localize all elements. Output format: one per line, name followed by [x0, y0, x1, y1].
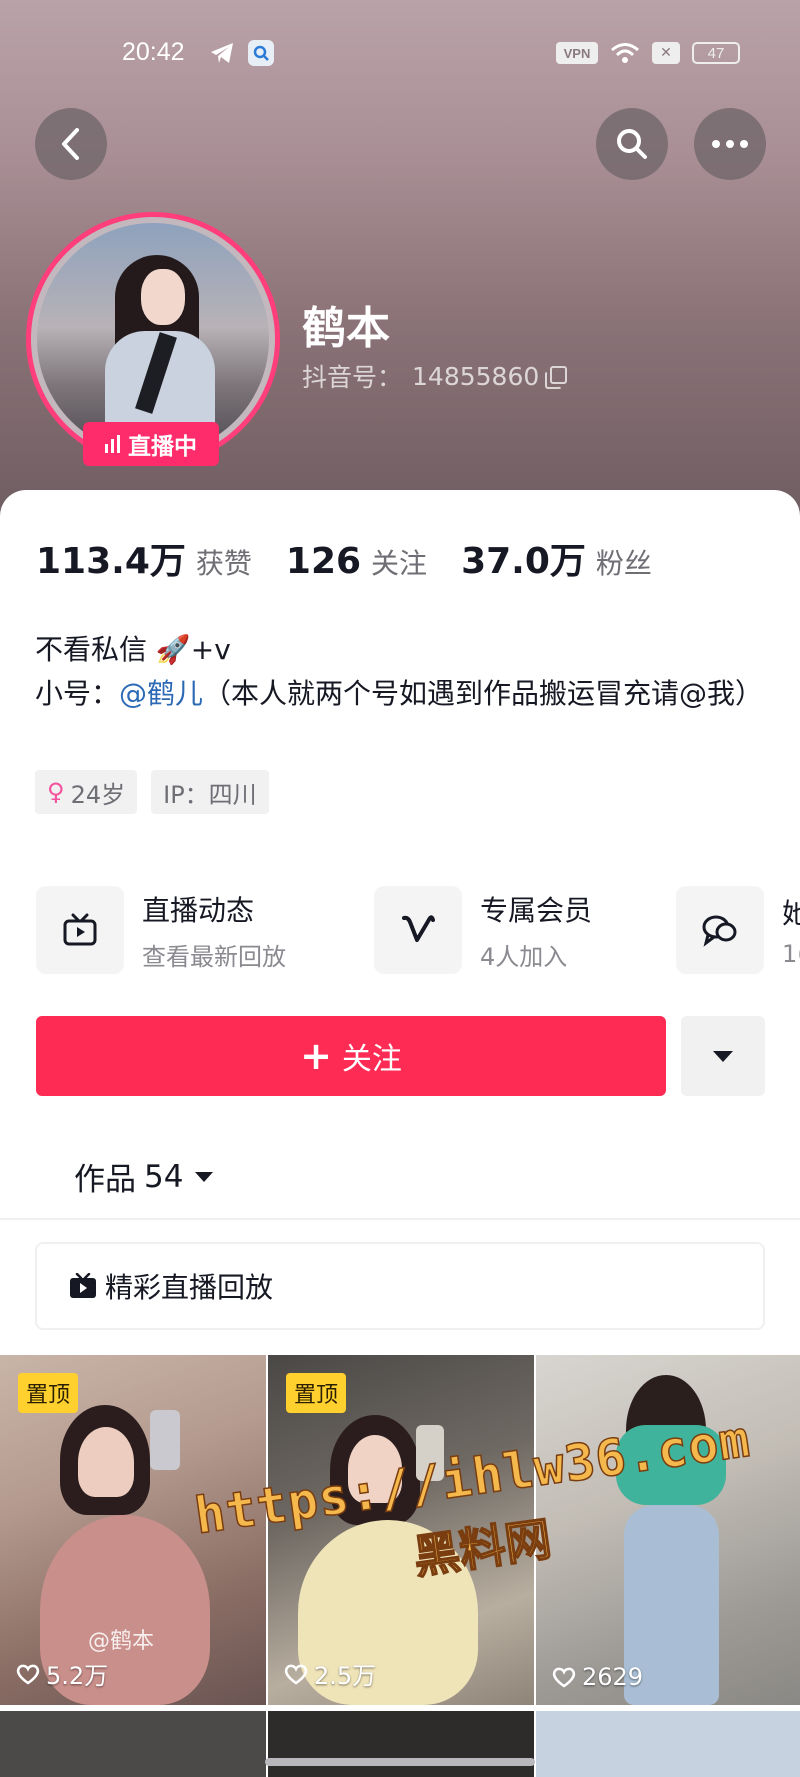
profile-stats: 113.4万 获赞 126 关注 37.0万 粉丝 [36, 532, 652, 584]
feature-live-updates[interactable]: 直播动态 查看最新回放 [36, 880, 286, 980]
profile-card: 113.4万 获赞 126 关注 37.0万 粉丝 不看私信 🚀+v 小号：@鹤… [0, 490, 800, 1777]
video-likes-count: 2629 [582, 1663, 644, 1691]
age-tag: ♀ 24岁 [35, 770, 138, 814]
video-thumbnail[interactable]: 2629 [536, 1355, 800, 1705]
douyin-id-value: 14855860 [412, 361, 540, 391]
search-icon [617, 129, 647, 159]
status-bar: 20:42 VPN ✕ 47 [0, 30, 800, 78]
stat-value: 113.4万 [36, 541, 186, 582]
search-app-icon [248, 40, 274, 66]
live-replay-entry[interactable]: 精彩直播回放 [35, 1242, 765, 1330]
back-button[interactable] [35, 108, 107, 180]
feature-membership[interactable]: 专属会员 4人加入 [374, 880, 592, 980]
works-tab-label: 作品 [74, 1162, 136, 1198]
heart-icon [16, 1664, 40, 1685]
profile-name: 鹤本 [302, 303, 390, 354]
stat-label: 获赞 [195, 547, 252, 580]
stat-value: 37.0万 [461, 541, 586, 582]
chat-bubbles-icon [676, 886, 764, 974]
avatar-image [37, 223, 269, 455]
feature-subtitle: 查看最新回放 [142, 942, 286, 971]
more-options-dropdown[interactable] [681, 1016, 765, 1096]
bio-text: （本人就两个号如遇到作品搬运冒充请@我） [203, 677, 764, 710]
copy-icon[interactable] [545, 366, 568, 389]
more-button[interactable] [694, 108, 766, 180]
feature-title: 专属会员 [480, 893, 593, 927]
profile-tags: ♀ 24岁 IP：四川 [35, 770, 269, 814]
heart-icon [552, 1667, 576, 1688]
search-button[interactable] [596, 108, 668, 180]
age-tag-text: 24岁 [70, 780, 126, 809]
live-tv-icon [36, 886, 124, 974]
female-icon: ♀ [47, 778, 65, 806]
feature-group-chat[interactable]: 她 1( [676, 880, 800, 980]
mention-link[interactable]: @鹤儿 [119, 677, 203, 710]
status-time: 20:42 [122, 38, 185, 66]
stat-label: 关注 [371, 547, 428, 580]
caret-down-icon [195, 1171, 214, 1182]
douyin-id[interactable]: 抖音号： 14855860 [302, 358, 568, 394]
video-thumbnail[interactable] [536, 1711, 800, 1777]
vip-icon [374, 886, 462, 974]
x-icon: ✕ [652, 42, 680, 64]
stat-followers[interactable]: 37.0万 粉丝 [461, 532, 652, 584]
video-watermark-name: @鹤本 [88, 1629, 155, 1654]
plus-icon: + [300, 1034, 332, 1078]
follow-button-label: 关注 [341, 1042, 402, 1077]
video-likes: 2.5万 [284, 1656, 376, 1691]
live-badge-label: 直播中 [128, 434, 197, 460]
profile-bio: 不看私信 🚀+v 小号：@鹤儿（本人就两个号如遇到作品搬运冒充请@我） [35, 628, 775, 716]
video-thumbnail[interactable]: 置顶 @鹤本 5.2万 [0, 1355, 266, 1705]
stat-likes[interactable]: 113.4万 获赞 [36, 532, 252, 584]
pinned-badge: 置顶 [286, 1373, 347, 1413]
feature-title: 她 [782, 897, 800, 930]
home-indicator[interactable] [265, 1758, 535, 1766]
video-thumbnail[interactable]: 置顶 2.5万 [268, 1355, 534, 1705]
caret-down-icon [713, 1050, 733, 1062]
divider [0, 1218, 800, 1220]
video-likes-count: 2.5万 [314, 1662, 377, 1690]
back-icon [62, 128, 79, 160]
stat-value: 126 [285, 541, 362, 582]
stat-label: 粉丝 [595, 547, 652, 580]
feature-subtitle: 1( [782, 940, 800, 968]
feature-subtitle: 4人加入 [480, 942, 568, 971]
video-likes-count: 5.2万 [46, 1662, 109, 1690]
battery-icon: 47 [692, 42, 740, 64]
live-replay-icon [70, 1273, 96, 1298]
live-replay-label: 精彩直播回放 [105, 1271, 274, 1304]
bio-line: 不看私信 🚀+v [35, 633, 231, 666]
stat-following[interactable]: 126 关注 [286, 541, 427, 582]
video-grid: 置顶 @鹤本 5.2万 置顶 2.5万 2629 [0, 1355, 800, 1777]
wifi-icon [608, 40, 642, 66]
bio-text: 小号： [35, 677, 120, 710]
vpn-icon: VPN [556, 42, 598, 64]
bio-line: 小号：@鹤儿（本人就两个号如遇到作品搬运冒充请@我） [35, 672, 775, 716]
pinned-badge: 置顶 [18, 1373, 79, 1413]
more-icon [712, 140, 748, 148]
heart-icon [284, 1664, 308, 1685]
live-bars-icon [105, 435, 120, 453]
works-tab[interactable]: 作品 54 [74, 1154, 214, 1199]
video-likes: 5.2万 [16, 1656, 108, 1691]
douyin-id-label: 抖音号： [302, 363, 403, 392]
feature-row: 直播动态 查看最新回放 专属会员 4人加入 她 1( [0, 880, 800, 980]
video-likes: 2629 [552, 1663, 643, 1691]
live-badge[interactable]: 直播中 [83, 422, 219, 466]
follow-button[interactable]: + 关注 [36, 1016, 666, 1096]
video-thumbnail[interactable] [268, 1711, 534, 1777]
video-thumbnail[interactable] [0, 1711, 266, 1777]
ip-tag: IP：四川 [151, 770, 269, 814]
telegram-icon [208, 40, 236, 66]
works-count: 54 [144, 1158, 184, 1195]
feature-title: 直播动态 [142, 893, 255, 927]
ip-tag-text: IP：四川 [163, 780, 257, 809]
